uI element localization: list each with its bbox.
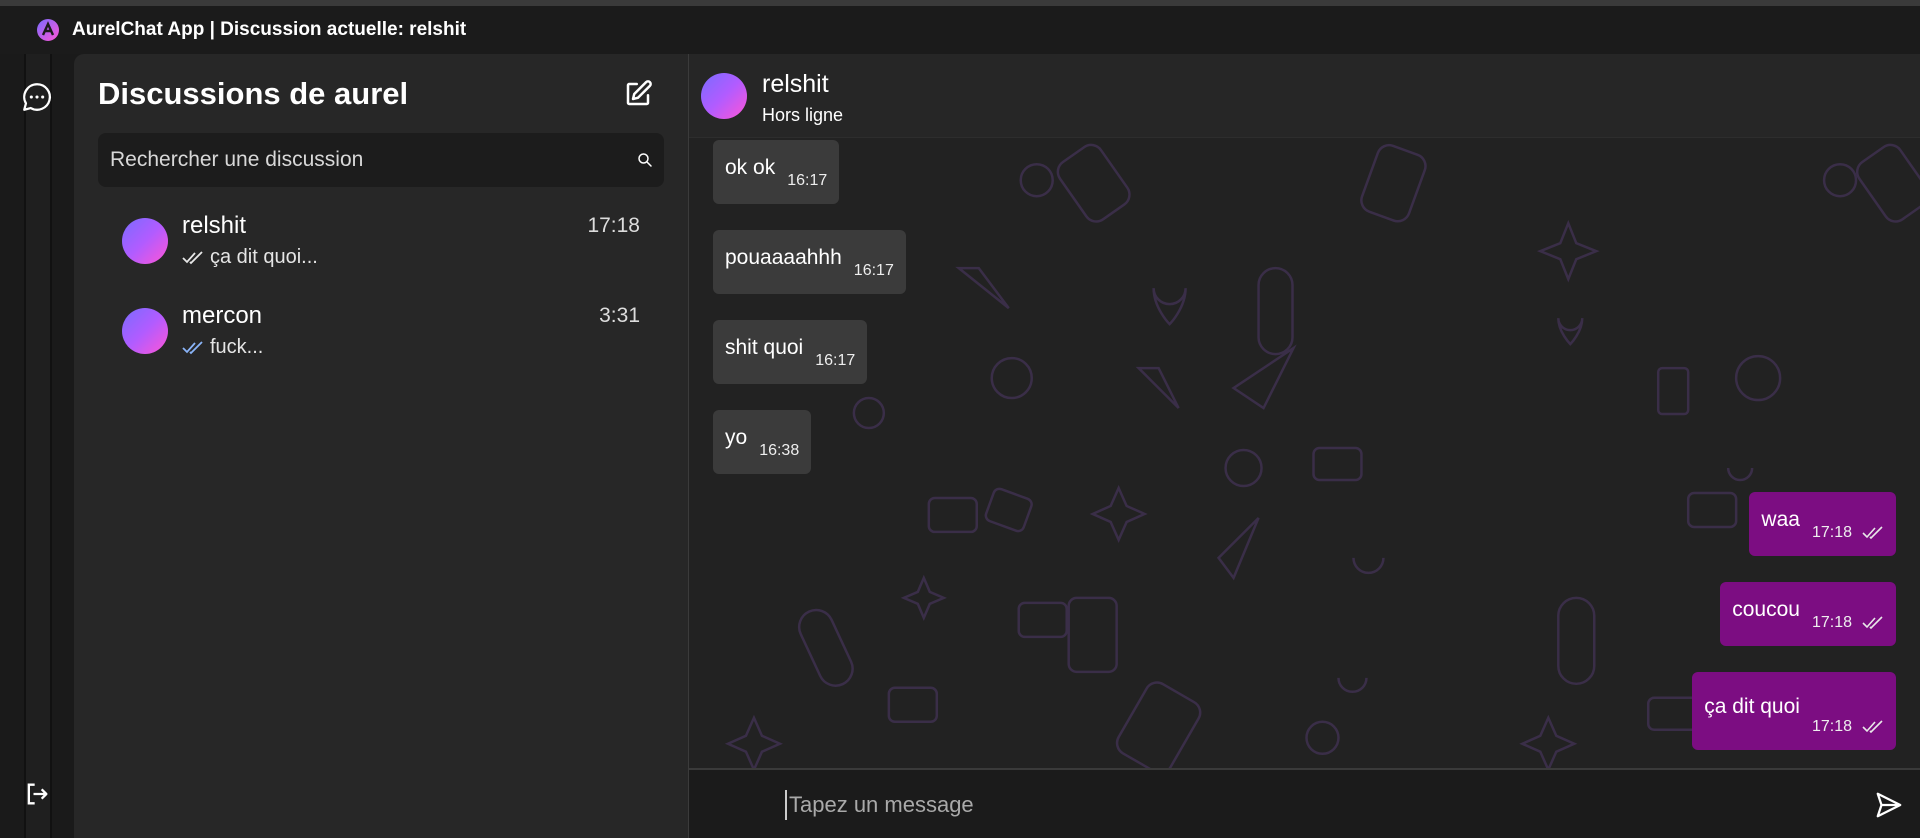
conversation-preview-text: ça dit quoi...: [210, 246, 318, 268]
nav-rail: [24, 54, 52, 838]
double-check-icon: [182, 250, 203, 264]
app-logo-icon: [37, 19, 59, 41]
message-text: pouaaaahhh: [725, 246, 842, 269]
incoming-message[interactable]: shit quoi 16:17: [713, 320, 868, 384]
message-text: ok ok: [725, 156, 776, 179]
message-text: yo: [725, 426, 748, 449]
message-text: coucou: [1732, 598, 1800, 621]
chat-header: relshit Hors ligne: [689, 54, 1920, 138]
outgoing-message[interactable]: waa 17:18: [1749, 492, 1896, 556]
sidebar-title: Discussions de aurel: [98, 76, 409, 111]
message-time: 16:38: [759, 442, 800, 459]
incoming-message[interactable]: ok ok 16:17: [713, 140, 840, 204]
search-input[interactable]: [98, 133, 664, 187]
search-icon[interactable]: [636, 151, 654, 169]
conversation-time: 17:18: [587, 214, 640, 237]
double-check-icon: [1862, 526, 1883, 540]
outgoing-message[interactable]: coucou 17:18: [1720, 582, 1896, 646]
chat-bubble-icon: [23, 83, 52, 111]
send-icon[interactable]: [1874, 790, 1904, 820]
window-title: AurelChat App | Discussion actuelle: rel…: [72, 19, 467, 40]
conversation-item[interactable]: mercon 3:31 fuck...: [98, 294, 664, 374]
double-check-icon: [1862, 616, 1883, 630]
message-time: 17:18: [1811, 614, 1852, 631]
logout-icon: [27, 783, 48, 805]
discussion-sidebar: Discussions de aurel relshit 17:18 ça di…: [74, 54, 688, 838]
chats-nav-button[interactable]: [18, 78, 56, 116]
message-time: 16:17: [815, 352, 856, 369]
conversation-preview-text: fuck...: [210, 336, 264, 358]
title-bar: AurelChat App | Discussion actuelle: rel…: [0, 6, 1920, 54]
conversation-name: relshit: [182, 212, 247, 239]
incoming-message[interactable]: pouaaaahhh 16:17: [713, 230, 906, 294]
conversation-name: mercon: [182, 302, 263, 329]
outgoing-message[interactable]: ça dit quoi 17:18: [1692, 672, 1896, 750]
double-check-icon: [182, 340, 203, 354]
message-text: shit quoi: [725, 336, 804, 359]
contact-name: relshit: [762, 70, 829, 98]
message-time: 17:18: [1811, 718, 1852, 735]
conversation-item[interactable]: relshit 17:18 ça dit quoi...: [98, 204, 664, 284]
avatar: [122, 308, 168, 354]
logout-button[interactable]: [18, 775, 56, 813]
message-time: 17:18: [1811, 524, 1852, 541]
contact-status: Hors ligne: [762, 105, 844, 125]
conversation-time: 3:31: [599, 304, 640, 327]
message-composer: [689, 768, 1920, 838]
message-text: ça dit quoi: [1704, 695, 1800, 718]
conversation-preview: ça dit quoi...: [182, 246, 318, 269]
avatar: [122, 218, 168, 264]
message-time: 16:17: [787, 172, 828, 189]
contact-avatar[interactable]: [701, 73, 747, 119]
conversation-preview: fuck...: [182, 336, 263, 359]
incoming-message[interactable]: yo 16:38: [713, 410, 812, 474]
edit-icon: [626, 80, 652, 106]
message-input[interactable]: [785, 790, 1785, 820]
message-list[interactable]: ok ok 16:17 pouaaaahhh 16:17 shit quoi 1…: [689, 138, 1920, 768]
message-time: 16:17: [853, 262, 894, 279]
search-box: [98, 133, 664, 187]
new-discussion-button[interactable]: [620, 76, 656, 112]
message-text: waa: [1761, 508, 1800, 531]
chat-panel: relshit Hors ligne ok ok 16:17 pouaaaahh…: [688, 54, 1920, 838]
double-check-icon: [1862, 720, 1883, 734]
